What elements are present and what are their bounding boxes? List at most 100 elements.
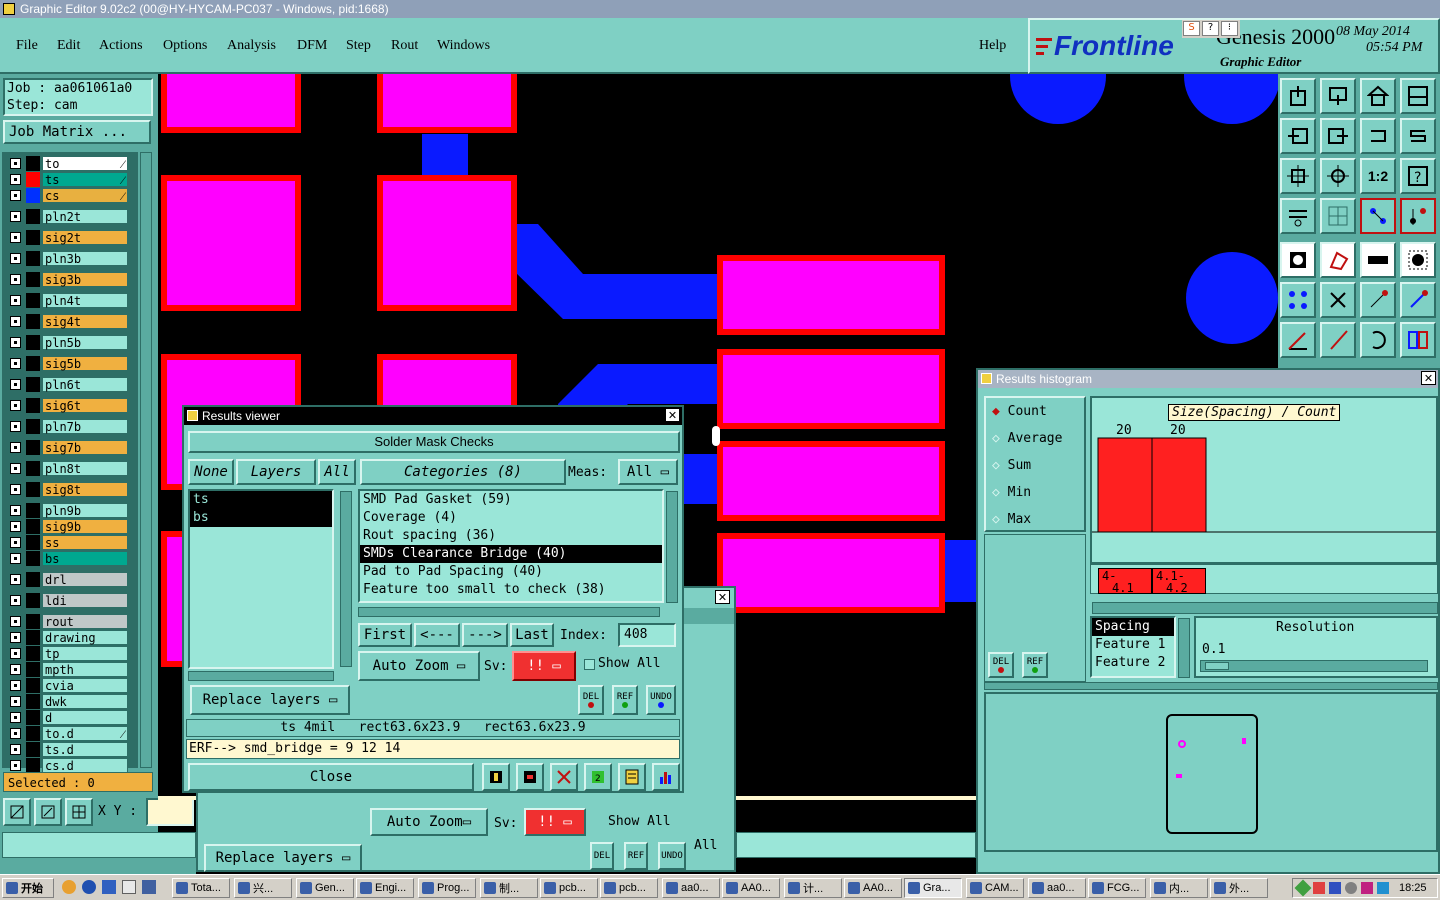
- grid-icon[interactable]: [1320, 198, 1356, 234]
- layer-row-cs[interactable]: cs ⁄: [6, 188, 128, 203]
- replace-layers-button[interactable]: Replace layers ▭: [190, 685, 350, 715]
- taskbar-item[interactable]: AA0...: [844, 878, 902, 898]
- quick-launch-icon[interactable]: [62, 880, 76, 894]
- layer-checkbox[interactable]: [10, 358, 21, 369]
- category-scrollbar-h[interactable]: [358, 607, 660, 617]
- taskbar-item[interactable]: FCG...: [1088, 878, 1146, 898]
- menu-edit[interactable]: Edit: [57, 38, 80, 54]
- taskbar-item[interactable]: 制...: [480, 878, 538, 898]
- quick-launch-icon[interactable]: [82, 880, 96, 894]
- layer-list-scrollbar-h[interactable]: [188, 671, 334, 681]
- layer-row-cvia[interactable]: cvia: [6, 678, 128, 693]
- taskbar-item[interactable]: 兴...: [234, 878, 292, 898]
- back-sv-button[interactable]: !! ▭: [524, 808, 586, 836]
- layer-checkbox[interactable]: [10, 463, 21, 474]
- taskbar-item[interactable]: Gen...: [296, 878, 354, 898]
- layer-row-sig9b[interactable]: sig9b: [6, 519, 128, 534]
- home-icon[interactable]: [1360, 78, 1396, 114]
- ref-delete-tool-icon[interactable]: [550, 763, 578, 791]
- layer-name[interactable]: tp: [42, 646, 128, 661]
- layer-name[interactable]: sig9b: [42, 519, 128, 534]
- layer-checkbox[interactable]: [10, 595, 21, 606]
- query-icon[interactable]: ?: [1400, 158, 1436, 194]
- help-icon[interactable]: ?: [1202, 21, 1219, 36]
- category-item-selected[interactable]: SMDs Clearance Bridge (40): [360, 545, 662, 563]
- line-icon[interactable]: [1400, 282, 1436, 318]
- layer-row-pln5b[interactable]: pln5b: [6, 335, 128, 350]
- layer-row-pln8t[interactable]: pln8t: [6, 461, 128, 476]
- highlight-tool-icon[interactable]: [516, 763, 544, 791]
- layer-name[interactable]: mpth: [42, 662, 128, 677]
- layer-checkbox[interactable]: [10, 190, 21, 201]
- menu-options[interactable]: Options: [163, 38, 207, 54]
- export-icon[interactable]: [1320, 118, 1356, 154]
- grid-tool-icon[interactable]: [65, 798, 93, 826]
- layer-checkbox[interactable]: [10, 696, 21, 707]
- pad-add-icon[interactable]: [1280, 242, 1316, 278]
- shape-icon[interactable]: [1320, 242, 1356, 278]
- resolution-slider-thumb[interactable]: [1205, 662, 1229, 670]
- layer-name[interactable]: pln7b: [42, 419, 128, 434]
- layer-row-pln6t[interactable]: pln6t: [6, 377, 128, 392]
- option-max[interactable]: ◇ Max: [992, 512, 1031, 527]
- tray-icon[interactable]: [1329, 882, 1341, 894]
- layer-row-mpth[interactable]: mpth: [6, 662, 128, 677]
- layer-checkbox[interactable]: [10, 553, 21, 564]
- tray-icon[interactable]: [1294, 879, 1312, 897]
- layer-row-pln4t[interactable]: pln4t: [6, 293, 128, 308]
- histogram-del-button[interactable]: DEL: [988, 652, 1014, 678]
- layer-row-pln7b[interactable]: pln7b: [6, 419, 128, 434]
- layer-checkbox[interactable]: [10, 648, 21, 659]
- job-matrix-button[interactable]: Job Matrix ...: [3, 120, 151, 144]
- none-button[interactable]: None: [188, 459, 234, 485]
- category-scrollbar[interactable]: [666, 491, 678, 603]
- menu-windows[interactable]: Windows: [437, 38, 490, 54]
- layer-checkbox[interactable]: [10, 337, 21, 348]
- histogram-titlebar[interactable]: Results histogram ✕: [978, 370, 1438, 388]
- layer-name[interactable]: to ⁄: [42, 156, 128, 171]
- histogram-bar[interactable]: [1151, 437, 1207, 533]
- window-icon[interactable]: [1400, 78, 1436, 114]
- layer-name[interactable]: sig2t: [42, 230, 128, 245]
- layer-checkbox[interactable]: [10, 680, 21, 691]
- connect-icon[interactable]: [1400, 198, 1436, 234]
- layer-row-ts[interactable]: ts ⁄: [6, 172, 128, 187]
- layer-row-rout[interactable]: rout: [6, 614, 128, 629]
- taskbar-item[interactable]: aa0...: [662, 878, 720, 898]
- layer-checkbox[interactable]: [10, 274, 21, 285]
- tray-icon[interactable]: [1377, 882, 1389, 894]
- layer-name[interactable]: cvia: [42, 678, 128, 693]
- layer-checkbox[interactable]: [10, 537, 21, 548]
- layer-checkbox[interactable]: [10, 616, 21, 627]
- option-sum[interactable]: ◇ Sum: [992, 458, 1031, 473]
- arc-icon[interactable]: [1360, 322, 1396, 358]
- layer-checkbox[interactable]: [10, 574, 21, 585]
- first-button[interactable]: First: [358, 623, 412, 647]
- taskbar-item[interactable]: Prog...: [418, 878, 476, 898]
- taskbar-item[interactable]: 外...: [1210, 878, 1268, 898]
- category-item[interactable]: Feature too small to check (38): [360, 581, 662, 599]
- scale-icon[interactable]: 1:2: [1360, 158, 1396, 194]
- layer-result-item[interactable]: bs: [190, 509, 332, 527]
- layer-result-item[interactable]: ts: [190, 491, 332, 509]
- layer-checkbox[interactable]: [10, 442, 21, 453]
- back-show-all[interactable]: Show All: [608, 814, 671, 829]
- minimize-icon[interactable]: S: [1183, 21, 1200, 36]
- categories-button[interactable]: Categories (8): [360, 459, 566, 485]
- field-item[interactable]: Feature 1: [1092, 636, 1174, 654]
- results-viewer-close-icon[interactable]: ✕: [665, 408, 680, 422]
- circle-pad-icon[interactable]: [1400, 242, 1436, 278]
- angle-icon[interactable]: [1280, 322, 1316, 358]
- layer-row-tp[interactable]: tp: [6, 646, 128, 661]
- back-del-button[interactable]: DEL: [590, 842, 614, 870]
- taskbar-item[interactable]: aa0...: [1028, 878, 1086, 898]
- pan-icon[interactable]: [1320, 158, 1356, 194]
- snap-icon[interactable]: [1360, 198, 1396, 234]
- layers-button[interactable]: Layers: [236, 459, 316, 485]
- resolution-slider[interactable]: [1200, 660, 1428, 672]
- layer-name[interactable]: to.d ⁄: [42, 726, 128, 741]
- layer-row-bs[interactable]: bs: [6, 551, 128, 566]
- undo-button[interactable]: UNDO: [646, 685, 676, 715]
- quick-launch-icon[interactable]: [142, 880, 156, 894]
- taskbar-item[interactable]: Gra...: [904, 878, 962, 898]
